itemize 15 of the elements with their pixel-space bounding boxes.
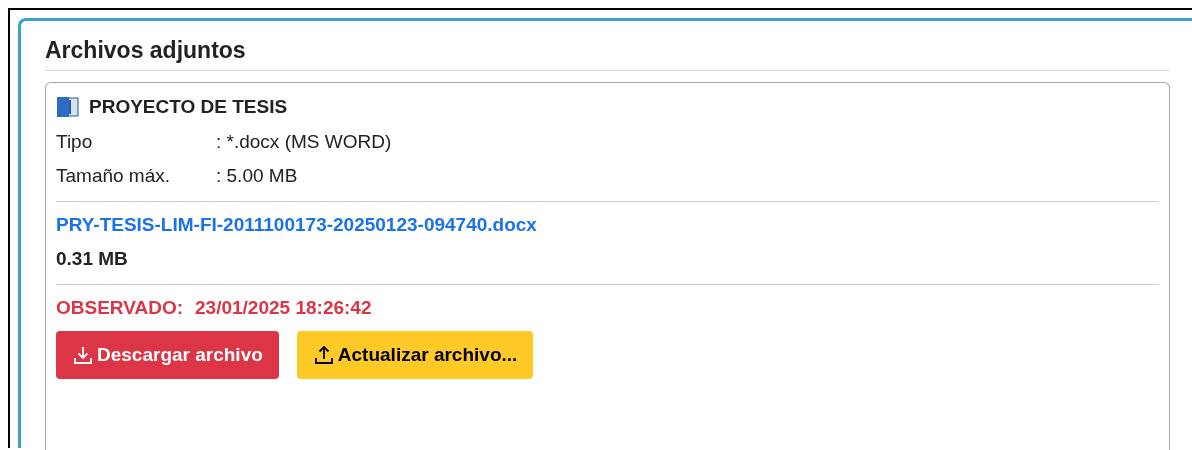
download-icon: [72, 344, 94, 366]
upload-icon: [312, 344, 335, 366]
upload-button[interactable]: Actualizar archivo...: [296, 331, 534, 379]
panel-title: Archivos adjuntos: [45, 35, 1170, 71]
field-label: Tamaño máx.: [56, 165, 172, 187]
status-label: OBSERVADO:: [56, 297, 184, 319]
field-value: : 5.00 MB: [216, 165, 298, 187]
file-link[interactable]: PRY-TESIS-LIM-FI-2011100173-20250123-094740.docx: [56, 214, 537, 236]
file-size: 0.31 MB: [56, 248, 129, 270]
field-value: : *.docx (MS WORD): [216, 131, 392, 153]
word-document-icon: [56, 95, 80, 119]
status-date: 23/01/2025 18:26:42: [195, 297, 372, 319]
field-label: Tipo: [56, 131, 94, 153]
download-button[interactable]: Descargar archivo: [56, 331, 279, 379]
attachment-title: PROYECTO DE TESIS: [89, 96, 288, 118]
